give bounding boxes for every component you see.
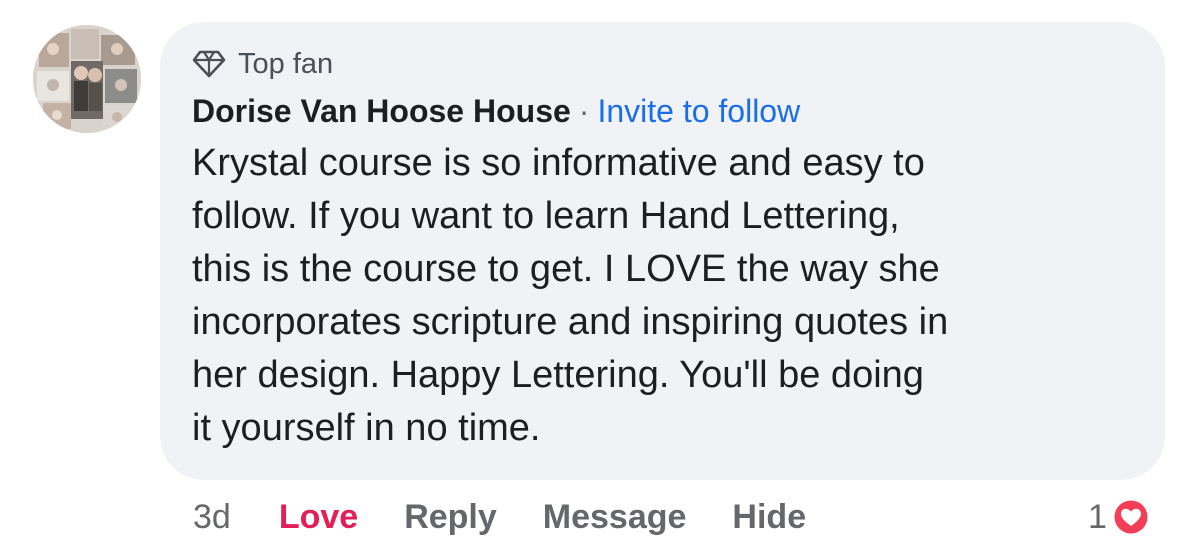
author-name[interactable]: Dorise Van Hoose House	[192, 93, 571, 129]
avatar-photo-collage	[33, 25, 141, 133]
diamond-icon	[192, 50, 226, 78]
reply-button[interactable]: Reply	[404, 498, 497, 537]
comment-actions: 3d Love Reply Message Hide	[193, 492, 852, 542]
comment-text: Krystal course is so informative and eas…	[192, 142, 949, 449]
hide-button[interactable]: Hide	[732, 498, 806, 537]
invite-to-follow-link[interactable]: Invite to follow	[597, 93, 800, 129]
avatar[interactable]	[33, 25, 141, 133]
comment-header: Dorise Van Hoose House · Invite to follow	[192, 90, 800, 132]
heart-icon	[1111, 497, 1151, 537]
comment-bubble: Top fan Dorise Van Hoose House · Invite to…	[160, 22, 1165, 480]
top-fan-badge: Top fan	[192, 46, 333, 82]
reaction-summary[interactable]: 1	[1088, 492, 1151, 542]
love-button[interactable]: Love	[279, 498, 358, 537]
badge-label: Top fan	[238, 48, 334, 80]
reaction-count: 1	[1088, 497, 1107, 536]
separator-dot: ·	[578, 93, 590, 129]
comment-timestamp[interactable]: 3d	[193, 498, 231, 537]
message-button[interactable]: Message	[543, 498, 687, 537]
